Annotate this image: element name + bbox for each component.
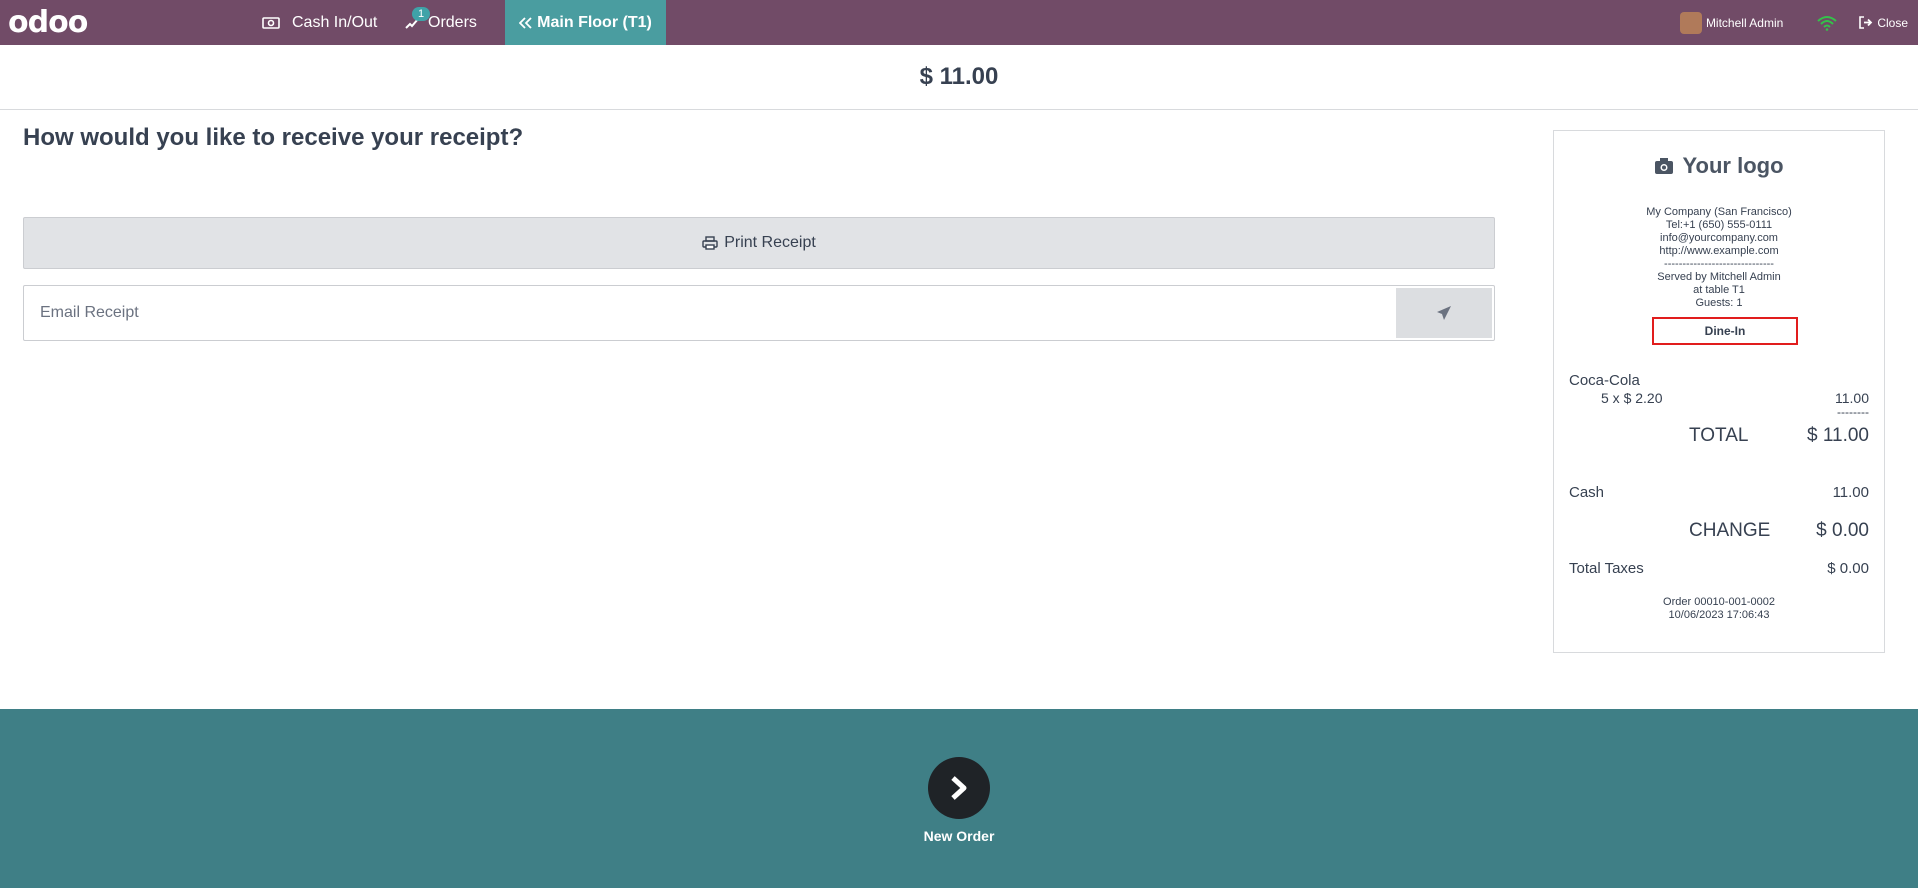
- company-phone: Tel:+1 (650) 555-0111: [1665, 219, 1773, 231]
- user-name[interactable]: Mitchell Admin: [1706, 16, 1783, 30]
- amount-header: $ 11.00: [0, 45, 1918, 110]
- navbar-right-section: Mitchell Admin Close: [1679, 0, 1918, 45]
- order-line-name: Coca-Cola: [1569, 372, 1869, 389]
- company-email: info@yourcompany.com: [1660, 232, 1778, 244]
- dine-in-label: Dine-In: [1652, 317, 1798, 345]
- orders-label: Orders: [428, 13, 477, 31]
- orders-button[interactable]: 1 Orders: [404, 0, 477, 45]
- new-order-button[interactable]: [928, 757, 990, 819]
- total-separator: --------: [1837, 405, 1869, 419]
- new-order-label[interactable]: New Order: [0, 828, 1918, 844]
- taxes-row: Total Taxes $ 0.00: [1569, 560, 1869, 577]
- company-info: My Company (San Francisco) Tel:+1 (650) …: [1554, 206, 1884, 310]
- cash-in-out-label: Cash In/Out: [292, 13, 378, 31]
- change-value: $ 0.00: [1816, 520, 1869, 541]
- total-row: TOTAL $ 11.00: [1569, 425, 1869, 447]
- top-navbar: odoo Cash In/Out 1 Orders Main Floor (T1…: [0, 0, 1918, 45]
- company-website: http://www.example.com: [1659, 245, 1779, 257]
- order-date: 10/06/2023 17:06:43: [1668, 609, 1770, 621]
- total-value: $ 11.00: [1807, 425, 1869, 446]
- odoo-logo: odoo: [8, 5, 88, 40]
- order-line-detail: 5 x $ 2.20 11.00: [1569, 390, 1869, 406]
- print-receipt-label: Print Receipt: [724, 234, 816, 251]
- guests-info: Guests: 1: [1695, 297, 1743, 309]
- order-footer: Order 00010-001-0002 10/06/2023 17:06:43: [1554, 596, 1884, 622]
- sign-out-icon: [1859, 16, 1873, 29]
- change-label: CHANGE: [1689, 520, 1771, 541]
- receipt-logo: Your logo: [1554, 153, 1884, 179]
- print-receipt-button[interactable]: Print Receipt: [23, 217, 1495, 269]
- product-qty-price: 5 x $ 2.20: [1601, 390, 1663, 406]
- taxes-value: $ 0.00: [1827, 560, 1869, 577]
- chevron-right-icon: [951, 776, 967, 800]
- change-row: CHANGE $ 0.00: [1569, 520, 1869, 542]
- avatar[interactable]: [1679, 11, 1702, 34]
- taxes-label: Total Taxes: [1569, 560, 1644, 577]
- wifi-icon: [1817, 15, 1837, 31]
- served-by: Served by Mitchell Admin: [1657, 271, 1781, 283]
- bottom-action-bar: New Order: [0, 709, 1918, 888]
- email-receipt-input[interactable]: [24, 286, 1394, 340]
- receipt-divider: ------------------------------: [1664, 258, 1774, 270]
- main-floor-button[interactable]: Main Floor (T1): [505, 0, 666, 45]
- payment-row: Cash 11.00: [1569, 484, 1869, 501]
- payment-method: Cash: [1569, 484, 1605, 501]
- payment-amount: 11.00: [1832, 484, 1869, 501]
- close-label: Close: [1877, 15, 1908, 30]
- orders-count-badge: 1: [412, 7, 431, 21]
- order-reference: Order 00010-001-0002: [1663, 596, 1775, 608]
- table-info: at table T1: [1693, 284, 1745, 296]
- paper-plane-icon: [1437, 306, 1451, 320]
- email-receipt-group: [23, 285, 1495, 341]
- send-email-button[interactable]: [1396, 288, 1492, 338]
- main-floor-label: Main Floor (T1): [537, 13, 652, 31]
- close-button[interactable]: Close: [1859, 16, 1908, 30]
- double-chevron-left-icon: [519, 16, 532, 29]
- logo-text: Your logo: [1682, 153, 1784, 178]
- money-icon: [262, 16, 280, 29]
- product-line-total: 11.00: [1835, 390, 1869, 406]
- total-label: TOTAL: [1689, 425, 1749, 446]
- printer-icon: [702, 236, 718, 250]
- cash-in-out-button[interactable]: Cash In/Out: [262, 0, 377, 45]
- product-name: Coca-Cola: [1569, 372, 1640, 389]
- receipt-preview: Your logo My Company (San Francisco) Tel…: [1553, 130, 1885, 653]
- receipt-question: How would you like to receive your recei…: [23, 124, 524, 151]
- company-name: My Company (San Francisco): [1646, 206, 1792, 218]
- camera-icon: [1655, 158, 1674, 174]
- total-amount: $ 11.00: [919, 63, 999, 90]
